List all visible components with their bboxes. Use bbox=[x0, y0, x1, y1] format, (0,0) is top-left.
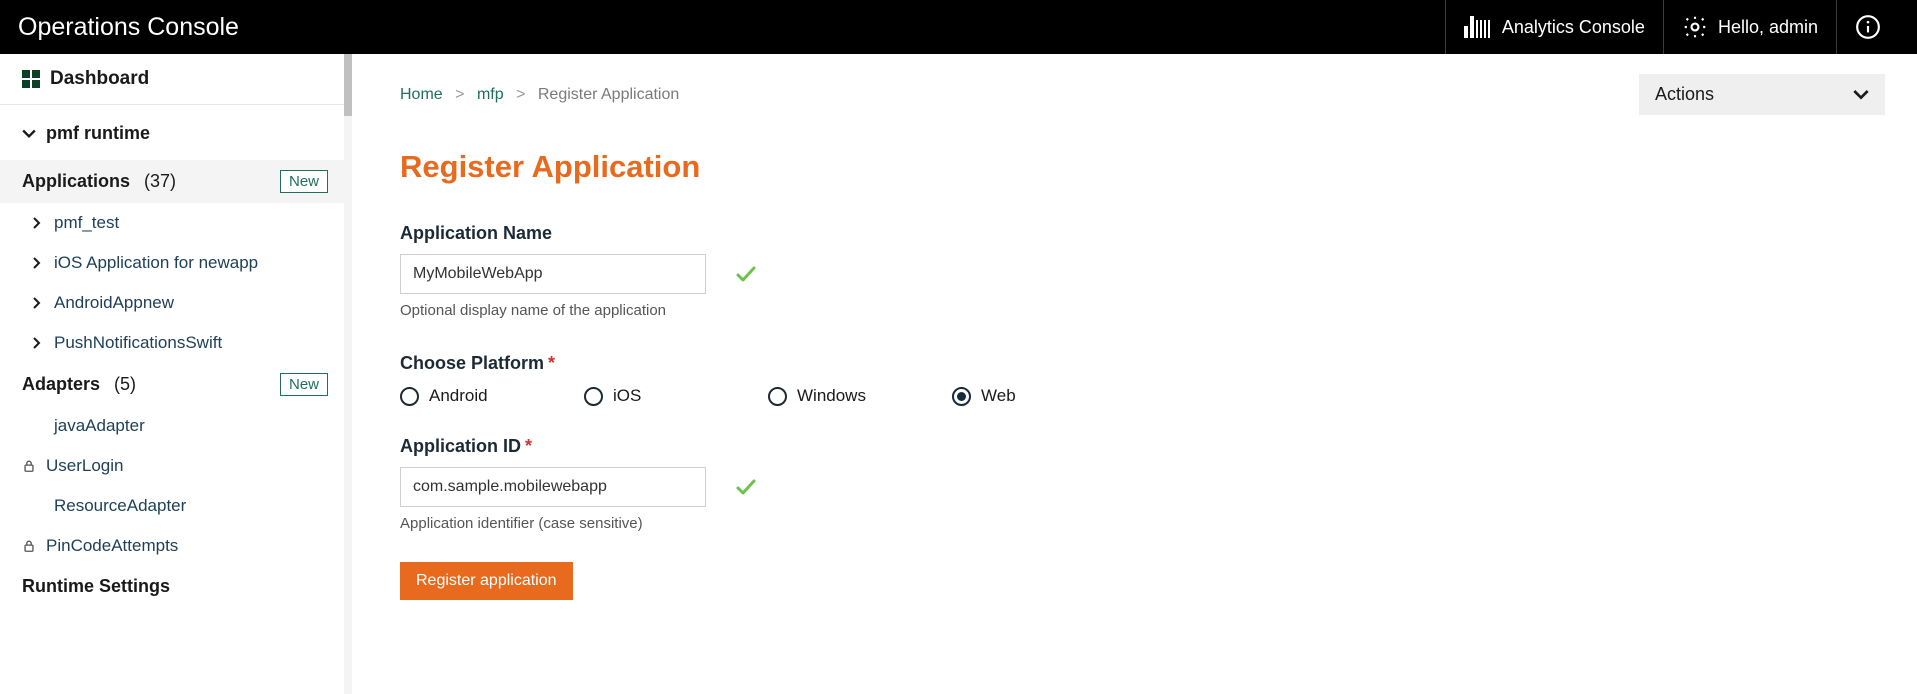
adapters-new-button[interactable]: New bbox=[280, 373, 328, 396]
radio-label: Windows bbox=[797, 386, 866, 406]
chevron-right-icon bbox=[30, 257, 44, 269]
gear-icon bbox=[1682, 14, 1708, 40]
platform-radio-web[interactable]: Web bbox=[952, 386, 1072, 406]
register-form: Application Name Optional display name o… bbox=[400, 223, 1300, 600]
radio-circle bbox=[952, 387, 971, 406]
sidebar-runtime-settings[interactable]: Runtime Settings bbox=[0, 566, 344, 607]
page-title: Register Application bbox=[400, 149, 1885, 185]
actions-dropdown[interactable]: Actions bbox=[1639, 74, 1885, 115]
applications-label: Applications bbox=[22, 171, 130, 192]
app-id-label-text: Application ID bbox=[400, 436, 521, 456]
body: Dashboard pmf runtime Applications (37) … bbox=[0, 54, 1917, 694]
chevron-right-icon bbox=[30, 217, 44, 229]
sidebar-scroll[interactable]: Dashboard pmf runtime Applications (37) … bbox=[0, 54, 344, 694]
app-id-label: Application ID* bbox=[400, 436, 1300, 457]
required-star: * bbox=[548, 353, 555, 373]
check-icon bbox=[734, 475, 758, 499]
main-top: Home > mfp > Register Application Action… bbox=[400, 74, 1885, 115]
app-id-section: Application ID* Application identifier (… bbox=[400, 436, 1300, 532]
analytics-icon bbox=[1464, 16, 1492, 38]
breadcrumb-sep: > bbox=[455, 86, 464, 103]
sidebar-item-label: PushNotificationsSwift bbox=[54, 333, 222, 353]
app-name-row bbox=[400, 254, 1300, 294]
hello-label: Hello, admin bbox=[1718, 17, 1818, 38]
radio-label: Android bbox=[429, 386, 488, 406]
platform-radio-android[interactable]: Android bbox=[400, 386, 520, 406]
sidebar-item-label: iOS Application for newapp bbox=[54, 253, 258, 273]
runtime-label: pmf runtime bbox=[46, 123, 150, 144]
app-name-input[interactable] bbox=[400, 254, 706, 294]
radio-label: Web bbox=[981, 386, 1016, 406]
breadcrumb-current: Register Application bbox=[538, 86, 679, 103]
topbar: Operations Console Analytics Console Hel… bbox=[0, 0, 1917, 54]
sidebar-applications-header[interactable]: Applications (37) New bbox=[0, 160, 344, 203]
sidebar-adapters-header[interactable]: Adapters (5) New bbox=[0, 363, 344, 406]
sidebar-scrollbar-track bbox=[344, 54, 352, 694]
analytics-label: Analytics Console bbox=[1502, 17, 1645, 38]
breadcrumb: Home > mfp > Register Application bbox=[400, 86, 679, 104]
console-title: Operations Console bbox=[18, 13, 1445, 42]
sidebar-item-label: ResourceAdapter bbox=[54, 496, 186, 516]
sidebar-scrollbar-thumb[interactable] bbox=[344, 54, 352, 116]
sidebar-app-item[interactable]: AndroidAppnew bbox=[0, 283, 344, 323]
info-button[interactable] bbox=[1836, 0, 1899, 54]
sidebar-adapter-item[interactable]: ResourceAdapter bbox=[0, 486, 344, 526]
dashboard-label: Dashboard bbox=[50, 68, 149, 90]
info-icon bbox=[1855, 14, 1881, 40]
applications-count: (37) bbox=[144, 171, 176, 192]
register-application-button[interactable]: Register application bbox=[400, 562, 573, 600]
breadcrumb-sep: > bbox=[516, 86, 525, 103]
app-id-help: Application identifier (case sensitive) bbox=[400, 515, 1300, 532]
radio-label: iOS bbox=[613, 386, 641, 406]
lock-icon bbox=[22, 538, 36, 554]
radio-circle bbox=[400, 387, 419, 406]
adapters-label: Adapters bbox=[22, 374, 100, 395]
check-icon bbox=[734, 262, 758, 286]
platform-label: Choose Platform* bbox=[400, 353, 1300, 374]
chevron-down-icon bbox=[1853, 87, 1869, 103]
runtime-settings-label: Runtime Settings bbox=[22, 576, 170, 597]
required-star: * bbox=[525, 436, 532, 456]
radio-circle bbox=[768, 387, 787, 406]
app-name-label: Application Name bbox=[400, 223, 1300, 244]
app-id-input[interactable] bbox=[400, 467, 706, 507]
sidebar-item-label: pmf_test bbox=[54, 213, 119, 233]
sidebar-adapter-item[interactable]: PinCodeAttempts bbox=[0, 526, 344, 566]
sidebar-dashboard[interactable]: Dashboard bbox=[0, 54, 344, 105]
adapters-count: (5) bbox=[114, 374, 136, 395]
platform-radio-row: Android iOS Windows Web bbox=[400, 386, 1300, 406]
sidebar: Dashboard pmf runtime Applications (37) … bbox=[0, 54, 352, 694]
radio-circle bbox=[584, 387, 603, 406]
chevron-right-icon bbox=[30, 297, 44, 309]
platform-radio-windows[interactable]: Windows bbox=[768, 386, 888, 406]
sidebar-item-label: PinCodeAttempts bbox=[46, 536, 178, 556]
platform-section: Choose Platform* Android iOS Windows bbox=[400, 353, 1300, 406]
main-content: Home > mfp > Register Application Action… bbox=[352, 54, 1917, 694]
applications-new-button[interactable]: New bbox=[280, 170, 328, 193]
sidebar-adapter-item[interactable]: javaAdapter bbox=[0, 406, 344, 446]
sidebar-runtime-header[interactable]: pmf runtime bbox=[0, 105, 344, 160]
dashboard-icon bbox=[22, 70, 40, 88]
sidebar-adapter-item[interactable]: UserLogin bbox=[0, 446, 344, 486]
chevron-down-icon bbox=[22, 127, 36, 141]
user-menu[interactable]: Hello, admin bbox=[1663, 0, 1836, 54]
sidebar-app-item[interactable]: pmf_test bbox=[0, 203, 344, 243]
breadcrumb-home[interactable]: Home bbox=[400, 86, 443, 103]
chevron-right-icon bbox=[30, 337, 44, 349]
sidebar-item-label: AndroidAppnew bbox=[54, 293, 174, 313]
sidebar-item-label: UserLogin bbox=[46, 456, 124, 476]
sidebar-app-item[interactable]: PushNotificationsSwift bbox=[0, 323, 344, 363]
sidebar-app-item[interactable]: iOS Application for newapp bbox=[0, 243, 344, 283]
platform-radio-ios[interactable]: iOS bbox=[584, 386, 704, 406]
actions-label: Actions bbox=[1655, 84, 1714, 105]
breadcrumb-runtime[interactable]: mfp bbox=[477, 86, 504, 103]
topbar-right: Analytics Console Hello, admin bbox=[1445, 0, 1899, 54]
app-id-row bbox=[400, 467, 1300, 507]
platform-label-text: Choose Platform bbox=[400, 353, 544, 373]
sidebar-item-label: javaAdapter bbox=[54, 416, 145, 436]
lock-icon bbox=[22, 458, 36, 474]
analytics-console-link[interactable]: Analytics Console bbox=[1445, 0, 1663, 54]
app-name-help: Optional display name of the application bbox=[400, 302, 1300, 319]
